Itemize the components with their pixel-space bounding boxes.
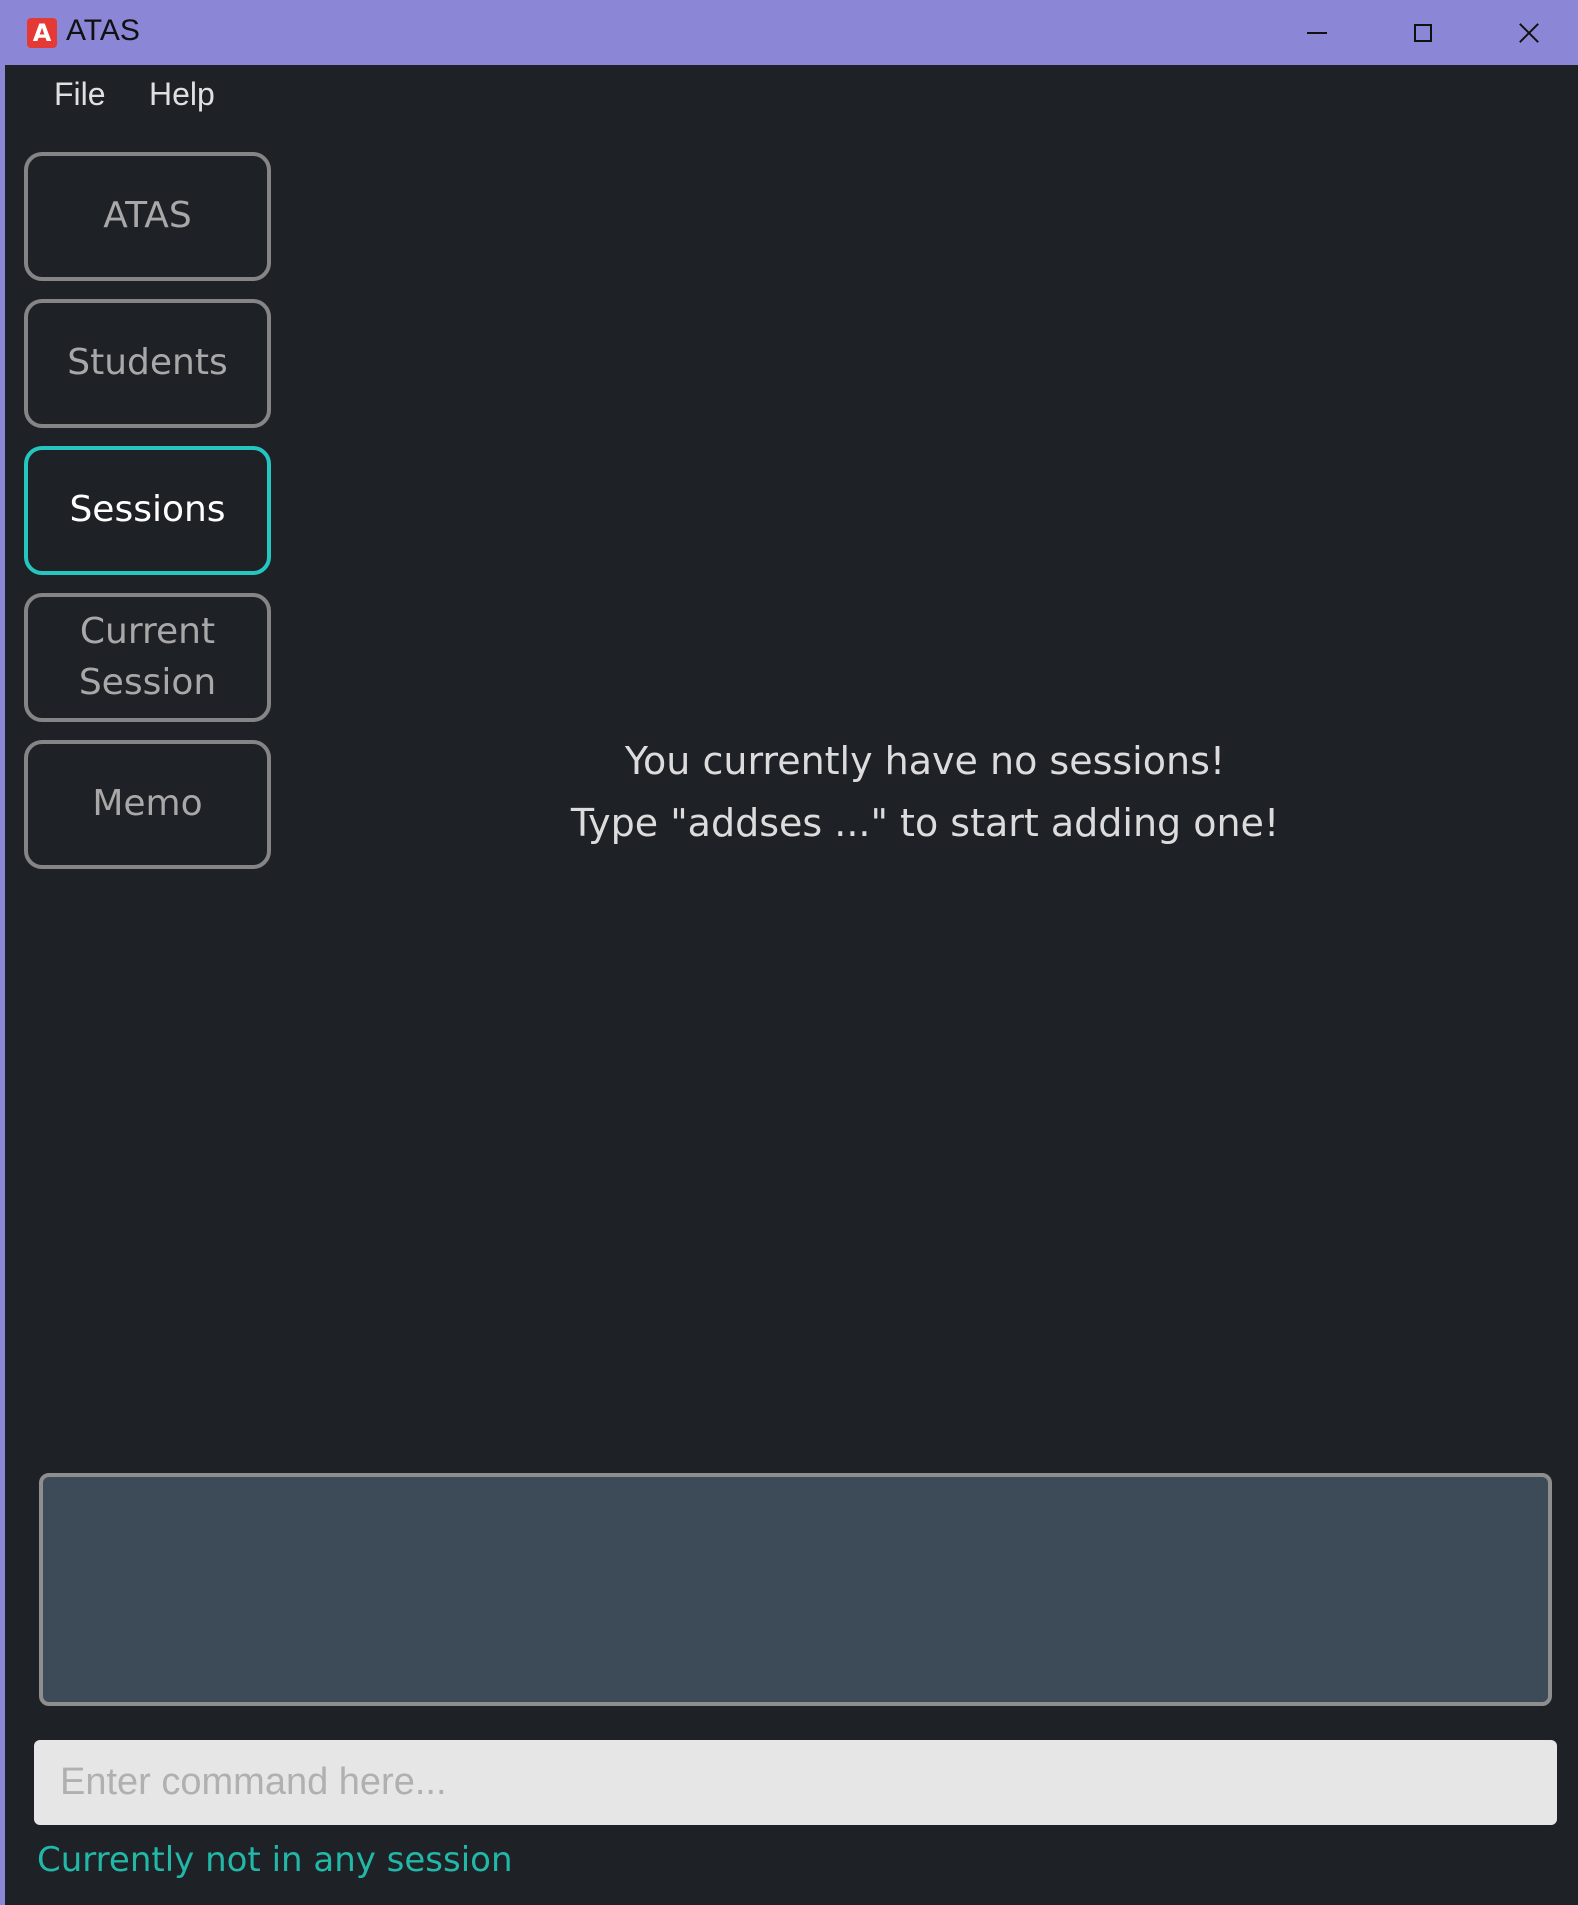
title-bar[interactable]: A ATAS (5, 0, 1578, 65)
empty-sessions-message: You currently have no sessions! Type "ad… (325, 730, 1525, 854)
maximize-button[interactable] (1373, 0, 1473, 65)
nav-sessions-button[interactable]: Sessions (24, 446, 271, 575)
empty-message-line-1: You currently have no sessions! (624, 739, 1226, 783)
app-window: A ATAS File Help ATAS Students Sessions … (0, 0, 1578, 1905)
minimize-button[interactable] (1267, 0, 1367, 65)
app-logo-icon: A (27, 18, 57, 48)
close-button[interactable] (1479, 0, 1578, 65)
session-status-text: Currently not in any session (37, 1840, 513, 1880)
maximize-icon (1414, 23, 1432, 42)
close-icon (1518, 22, 1540, 44)
minimize-icon (1307, 31, 1327, 34)
menu-help[interactable]: Help (149, 76, 215, 113)
empty-message-line-2: Type "addses ..." to start adding one! (570, 801, 1280, 845)
nav-atas-button[interactable]: ATAS (24, 152, 271, 281)
window-title: ATAS (66, 14, 140, 47)
nav-students-button[interactable]: Students (24, 299, 271, 428)
nav-memo-button[interactable]: Memo (24, 740, 271, 869)
command-input[interactable] (34, 1740, 1557, 1825)
nav-current-session-button[interactable]: Current Session (24, 593, 271, 722)
menu-file[interactable]: File (54, 76, 106, 113)
nav-current-session-label: Current Session (78, 611, 217, 703)
result-display-box (39, 1473, 1552, 1706)
